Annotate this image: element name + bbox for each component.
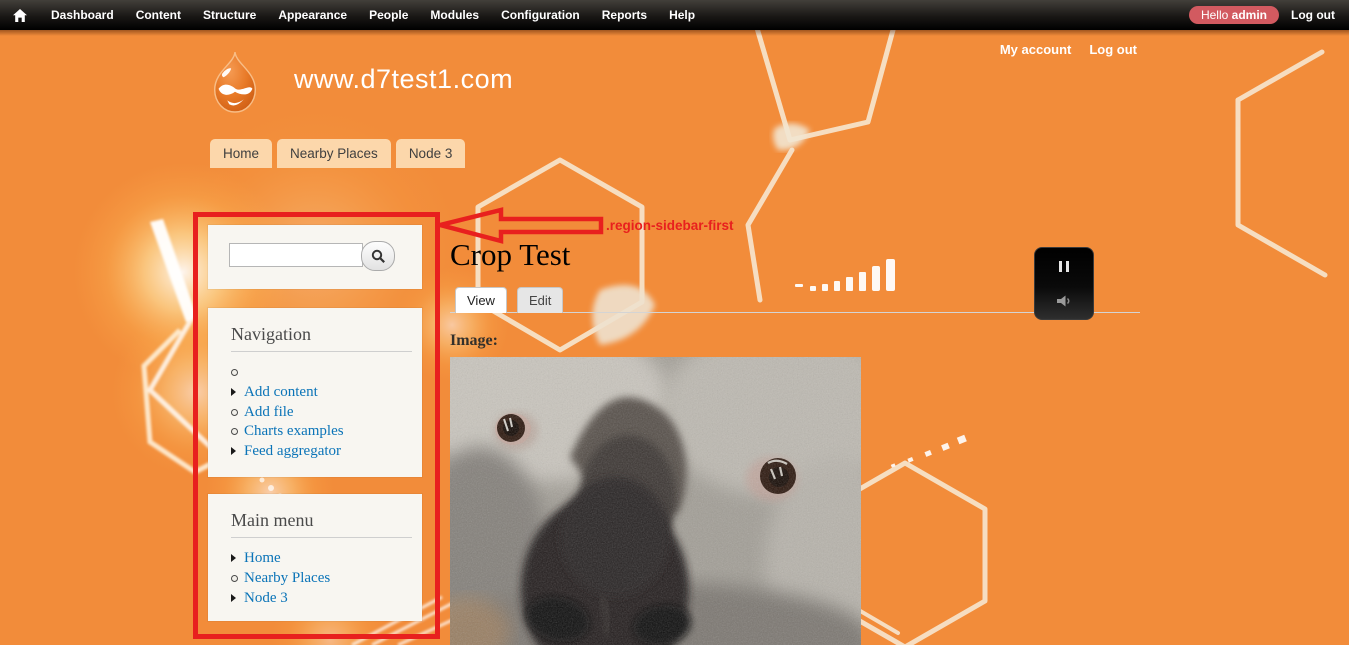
search-button[interactable] — [361, 241, 395, 271]
menu-item-node-3: Node 3 — [231, 588, 422, 608]
media-player-overlay — [1034, 247, 1094, 320]
menu-item-empty — [231, 363, 422, 383]
toolbar-item-dashboard[interactable]: Dashboard — [40, 0, 125, 30]
site-name[interactable]: www.d7test1.com — [294, 64, 513, 95]
search-input[interactable] — [229, 243, 363, 267]
node-tabs: View Edit — [455, 287, 564, 313]
divider — [231, 537, 412, 538]
admin-toolbar: Dashboard Content Structure Appearance P… — [0, 0, 1349, 36]
tab-view[interactable]: View — [455, 287, 507, 313]
ring-bullet-icon — [231, 423, 244, 440]
hello-admin-badge[interactable]: Hello admin — [1188, 6, 1280, 24]
add-file-link[interactable]: Add file — [244, 404, 294, 421]
main-menu-tabs: Home Nearby Places Node 3 — [210, 139, 466, 168]
charts-examples-link[interactable]: Charts examples — [244, 423, 344, 440]
home-link[interactable]: Home — [244, 550, 281, 567]
main-menu-block: Main menu Home Nearby Places Node 3 — [208, 494, 422, 621]
ring-bullet-icon — [231, 404, 244, 421]
menu-item-charts-examples: Charts examples — [231, 422, 422, 442]
tab-edit[interactable]: Edit — [516, 287, 564, 313]
collapsed-triangle-icon — [231, 550, 244, 567]
search-block — [208, 225, 422, 289]
add-content-link[interactable]: Add content — [244, 384, 318, 401]
site-branding: www.d7test1.com — [206, 50, 513, 121]
ring-bullet-icon — [231, 570, 244, 587]
logout-link[interactable]: Log out — [1089, 42, 1137, 57]
home-icon[interactable] — [0, 8, 40, 23]
toolbar-item-content[interactable]: Content — [125, 0, 192, 30]
image-field-label: Image: — [450, 332, 498, 349]
ring-bullet-icon — [231, 364, 244, 381]
toolbar-item-people[interactable]: People — [358, 0, 419, 30]
secondary-menu: My account Log out — [1000, 42, 1137, 57]
collapsed-triangle-icon — [231, 443, 244, 460]
divider — [231, 351, 412, 352]
greeting-text: Hello — [1200, 8, 1229, 22]
annotation-arrow-icon — [439, 207, 604, 244]
toolbar-item-reports[interactable]: Reports — [591, 0, 658, 30]
tab-node-3[interactable]: Node 3 — [395, 139, 466, 168]
menu-item-add-content: Add content — [231, 383, 422, 403]
toolbar-item-appearance[interactable]: Appearance — [267, 0, 358, 30]
tab-home[interactable]: Home — [210, 139, 273, 168]
drupal-logo-icon[interactable] — [206, 50, 264, 121]
collapsed-triangle-icon — [231, 590, 244, 607]
nearby-places-link[interactable]: Nearby Places — [244, 570, 330, 587]
menu-item-home: Home — [231, 549, 422, 569]
feed-aggregator-link[interactable]: Feed aggregator — [244, 443, 341, 460]
toolbar-item-structure[interactable]: Structure — [192, 0, 267, 30]
search-icon — [371, 249, 385, 263]
koala-photo — [450, 357, 861, 645]
node-3-link[interactable]: Node 3 — [244, 590, 288, 607]
toolbar-item-configuration[interactable]: Configuration — [490, 0, 591, 30]
annotation-label: .region-sidebar-first — [606, 218, 734, 233]
toolbar-logout-link[interactable]: Log out — [1291, 8, 1335, 22]
toolbar-item-modules[interactable]: Modules — [419, 0, 490, 30]
navigation-menu: Add content Add file Charts examples Fee… — [208, 363, 422, 461]
menu-item-nearby-places: Nearby Places — [231, 569, 422, 589]
main-menu-list: Home Nearby Places Node 3 — [208, 549, 422, 608]
my-account-link[interactable]: My account — [1000, 42, 1072, 57]
navigation-block-title: Navigation — [231, 324, 311, 344]
menu-item-feed-aggregator: Feed aggregator — [231, 442, 422, 462]
collapsed-triangle-icon — [231, 384, 244, 401]
main-menu-block-title: Main menu — [231, 510, 314, 530]
navigation-block: Navigation Add content Add file Charts e… — [208, 308, 422, 477]
username-text: admin — [1231, 8, 1268, 22]
menu-item-add-file: Add file — [231, 402, 422, 422]
pause-icon[interactable] — [1035, 261, 1093, 272]
volume-icon[interactable] — [1035, 294, 1093, 308]
tab-nearby-places[interactable]: Nearby Places — [277, 139, 391, 168]
toolbar-item-help[interactable]: Help — [658, 0, 706, 30]
